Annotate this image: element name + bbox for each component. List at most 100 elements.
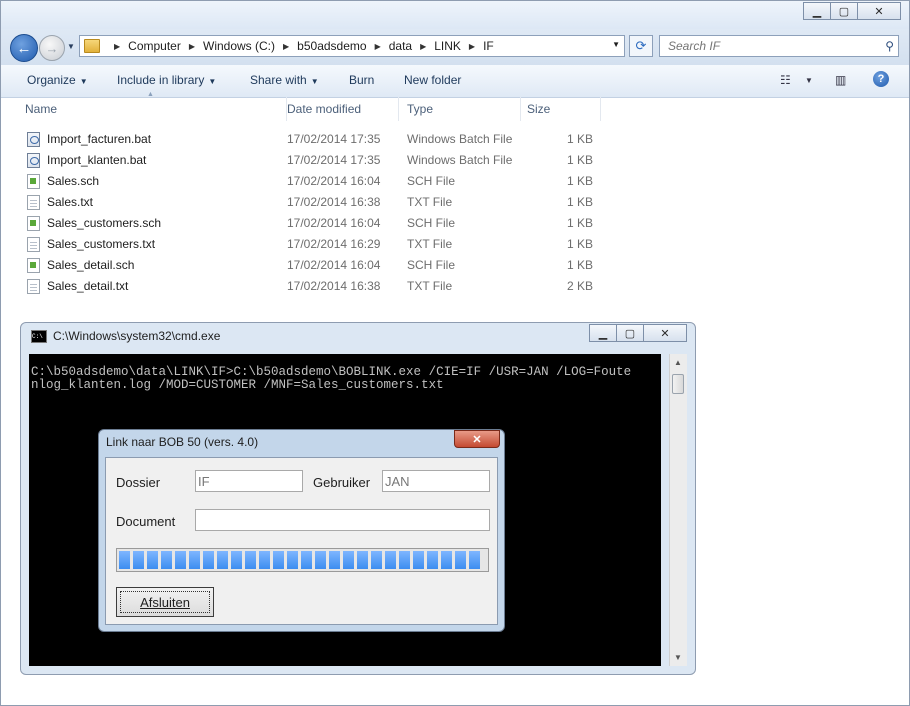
include-in-library-menu[interactable]: Include in library ▼	[117, 73, 216, 87]
cmd-title: C:\Windows\system32\cmd.exe	[53, 329, 221, 343]
forward-button[interactable]: →	[39, 35, 65, 61]
batch-file-icon	[27, 132, 40, 147]
view-dropdown-icon[interactable]: ▼	[805, 76, 813, 85]
organize-label: Organize	[27, 73, 76, 87]
chevron-right-icon[interactable]: ▶	[283, 42, 289, 51]
progress-fill	[119, 551, 486, 569]
file-type: Windows Batch File	[407, 132, 513, 146]
recent-pages-dropdown[interactable]: ▼	[67, 42, 75, 51]
cmd-close-button[interactable]: ✕	[643, 324, 687, 342]
gebruiker-input[interactable]	[383, 471, 489, 491]
breadcrumb-computer[interactable]: Computer	[128, 39, 181, 53]
progress-segment	[147, 551, 158, 569]
chevron-right-icon[interactable]: ▶	[375, 42, 381, 51]
burn-button[interactable]: Burn	[349, 73, 374, 87]
file-date: 17/02/2014 16:04	[287, 174, 381, 188]
chevron-right-icon[interactable]: ▶	[469, 42, 475, 51]
column-headers: Name ▲ Date modified Type Size	[9, 91, 909, 121]
afsluiten-button[interactable]: Afsluiten	[116, 587, 214, 617]
breadcrumb-b50adsdemo[interactable]: b50adsdemo	[297, 39, 366, 53]
breadcrumb: ▶ Computer ▶ Windows (C:) ▶ b50adsdemo ▶…	[106, 39, 494, 53]
document-label: Document	[116, 514, 176, 529]
refresh-button[interactable]: ⟳	[629, 35, 653, 57]
file-row[interactable]: Sales.txt 17/02/2014 16:38 TXT File 1 KB	[9, 192, 909, 213]
column-header-size[interactable]: Size	[519, 97, 601, 121]
document-input[interactable]	[196, 510, 489, 530]
share-with-menu[interactable]: Share with ▼	[250, 73, 319, 87]
dossier-label: Dossier	[116, 475, 161, 490]
search-icon[interactable]: ⚲	[885, 39, 894, 53]
back-arrow-icon: ←	[16, 39, 32, 57]
search-input[interactable]	[666, 38, 870, 54]
file-date: 17/02/2014 17:35	[287, 153, 381, 167]
dialog-body: Dossier Gebruiker Document Afsluiten	[105, 457, 498, 625]
column-header-date[interactable]: Date modified	[279, 97, 399, 121]
progress-segment	[371, 551, 382, 569]
back-button[interactable]: ←	[10, 34, 38, 62]
search-box[interactable]: ⚲	[659, 35, 899, 57]
chevron-down-icon: ▼	[208, 77, 217, 86]
file-row[interactable]: Import_facturen.bat 17/02/2014 17:35 Windo…	[9, 129, 909, 150]
file-row[interactable]: Sales_customers.txt 17/02/2014 16:29 TXT F…	[9, 234, 909, 255]
gebruiker-label: Gebruiker	[313, 475, 371, 490]
scroll-thumb[interactable]	[672, 374, 684, 394]
dossier-input[interactable]	[196, 471, 302, 491]
progress-segment	[427, 551, 438, 569]
file-date: 17/02/2014 16:04	[287, 258, 381, 272]
console-scrollbar[interactable]: ▲ ▼	[669, 354, 687, 666]
column-name-label: Name	[25, 102, 58, 116]
file-name: Sales_customers.txt	[47, 237, 156, 251]
chevron-right-icon[interactable]: ▶	[189, 42, 195, 51]
gebruiker-field[interactable]	[382, 470, 490, 492]
file-row[interactable]: Import_klanten.bat 17/02/2014 17:35 Window…	[9, 150, 909, 171]
scroll-down-icon[interactable]: ▼	[674, 653, 682, 662]
chevron-right-icon[interactable]: ▶	[420, 42, 426, 51]
breadcrumb-link[interactable]: LINK	[434, 39, 461, 53]
text-file-icon	[27, 195, 40, 210]
progress-segment	[287, 551, 298, 569]
file-type: TXT File	[407, 279, 453, 293]
progress-segment	[357, 551, 368, 569]
file-row[interactable]: Sales_detail.sch 17/02/2014 16:04 SCH File…	[9, 255, 909, 276]
refresh-icon: ⟳	[635, 38, 647, 53]
dossier-field[interactable]	[195, 470, 303, 492]
breadcrumb-windows-c[interactable]: Windows (C:)	[203, 39, 275, 53]
column-header-name[interactable]: Name	[17, 97, 287, 121]
address-dropdown-icon[interactable]: ▼	[612, 40, 620, 49]
scroll-up-icon[interactable]: ▲	[674, 358, 682, 367]
dialog-close-button[interactable]: ✕	[454, 430, 500, 448]
address-bar[interactable]: ▶ Computer ▶ Windows (C:) ▶ b50adsdemo ▶…	[79, 35, 625, 57]
chevron-right-icon[interactable]: ▶	[114, 42, 120, 51]
file-type: SCH File	[407, 174, 456, 188]
cmd-minimize-button[interactable]: ▁	[589, 324, 617, 342]
file-row[interactable]: Sales_customers.sch 17/02/2014 16:04 SCH F…	[9, 213, 909, 234]
progress-segment	[385, 551, 396, 569]
column-header-type[interactable]: Type	[399, 97, 521, 121]
include-label: Include in library	[117, 73, 205, 87]
help-icon[interactable]: ?	[873, 71, 889, 87]
maximize-button[interactable]: ▢	[830, 2, 858, 20]
new-folder-button[interactable]: New folder	[404, 73, 461, 87]
console-line: nlog_klanten.log /MOD=CUSTOMER /MNF=Sale…	[31, 377, 444, 392]
organize-menu[interactable]: Organize ▼	[27, 73, 88, 87]
preview-pane-icon[interactable]: ▥	[835, 73, 846, 87]
progress-segment	[189, 551, 200, 569]
progress-segment	[469, 551, 480, 569]
forward-arrow-icon: →	[45, 40, 59, 56]
view-options-icon[interactable]: ☷	[780, 73, 791, 87]
file-name: Sales_customers.sch	[47, 216, 162, 230]
file-row[interactable]: Sales.sch 17/02/2014 16:04 SCH File 1 KB	[9, 171, 909, 192]
minimize-button[interactable]: ▁	[803, 2, 831, 20]
chevron-down-icon: ▼	[310, 77, 319, 86]
progress-segment	[315, 551, 326, 569]
file-size: 1 KB	[566, 258, 593, 272]
progress-segment	[119, 551, 130, 569]
breadcrumb-data[interactable]: data	[389, 39, 412, 53]
file-name: Sales_detail.txt	[47, 279, 129, 293]
file-size: 1 KB	[566, 153, 593, 167]
cmd-maximize-button[interactable]: ▢	[616, 324, 644, 342]
close-button[interactable]: ✕	[857, 2, 901, 20]
file-row[interactable]: Sales_detail.txt 17/02/2014 16:38 TXT File…	[9, 276, 909, 297]
breadcrumb-if[interactable]: IF	[483, 39, 494, 53]
document-field[interactable]	[195, 509, 490, 531]
